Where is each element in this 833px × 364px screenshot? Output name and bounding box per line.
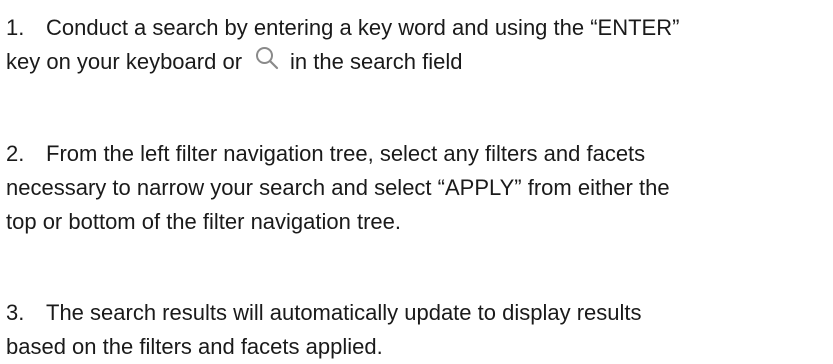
step-1-line-2: key on your keyboard or in the search fie… — [6, 45, 679, 79]
step-3-text-line-1: The search results will automatically up… — [46, 300, 642, 325]
step-1: 1. Conduct a search by entering a key wor… — [6, 11, 679, 79]
step-2-number: 2. — [6, 141, 25, 166]
step-3-line-2: based on the filters and facets applied. — [6, 334, 383, 359]
step-3-line-1: 3. The search results will automatically … — [6, 296, 642, 330]
step-2-text-line-1: From the left filter navigation tree, se… — [46, 141, 646, 166]
step-1-text-after-icon: in the search field — [290, 49, 463, 74]
step-1-line-1: 1. Conduct a search by entering a key wor… — [6, 11, 679, 45]
step-3-number: 3. — [6, 300, 25, 325]
step-1-text: Conduct a search by entering a key word … — [46, 15, 680, 40]
step-2: 2. From the left filter navigation tree, … — [6, 137, 670, 239]
search-icon — [254, 45, 280, 71]
step-1-text-before-icon: key on your keyboard or — [6, 49, 243, 74]
step-1-number: 1. — [6, 15, 25, 40]
step-2-line-2: necessary to narrow your search and sele… — [6, 175, 670, 200]
step-3: 3. The search results will automatically … — [6, 296, 642, 364]
step-2-line-3: top or bottom of the filter navigation t… — [6, 209, 402, 234]
step-2-line-1: 2. From the left filter navigation tree, … — [6, 137, 670, 171]
